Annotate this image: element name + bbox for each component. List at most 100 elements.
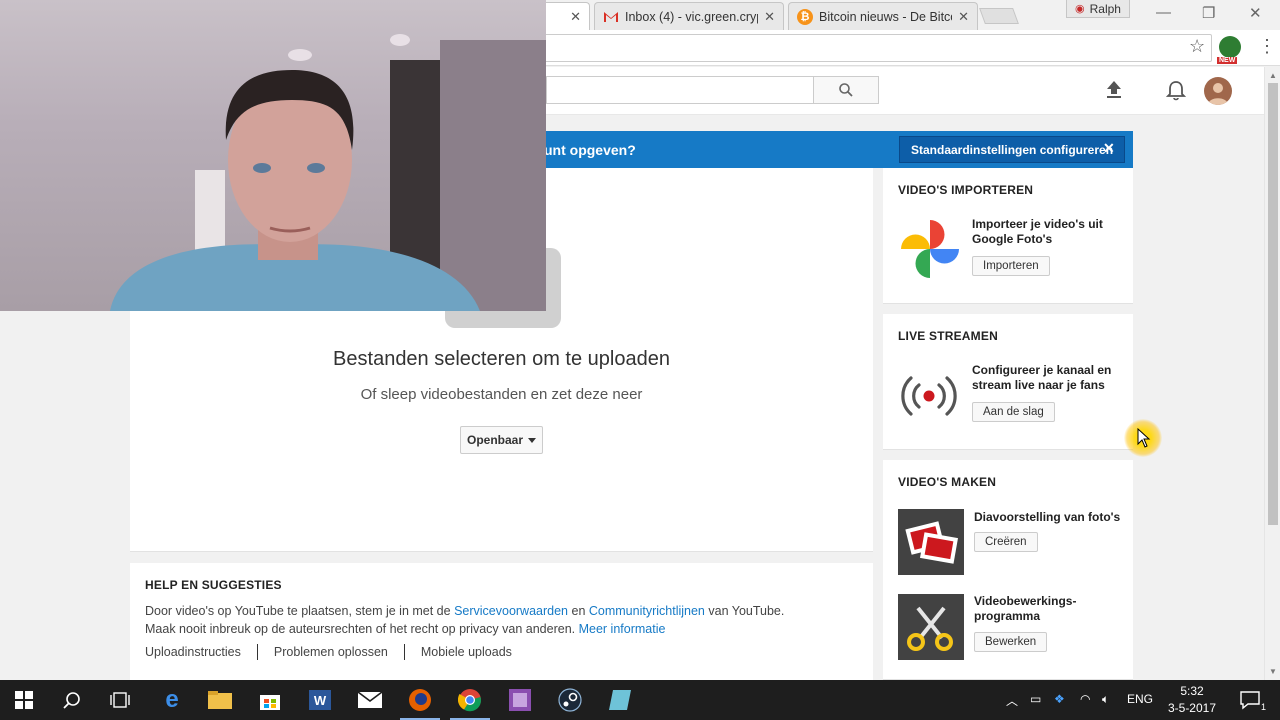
help-links: Uploadinstructies Problemen oplossen Mob… [145,644,528,660]
profile-name: Ralph [1089,1,1121,16]
help-text: en [568,604,589,618]
dropbox-icon[interactable]: ❖ [1054,692,1065,706]
profile-icon: ◉ [1075,3,1085,15]
clock-time: 5:32 [1180,684,1204,698]
chevron-down-icon [528,437,536,443]
extension-icon[interactable]: NEW [1217,36,1241,64]
gmail-icon [603,9,619,25]
close-window-icon[interactable]: ✕ [1249,4,1262,22]
windows-taskbar: e W ︿ ▭ ❖ ◠ 🔈︎ ENG 5:32 3-5-2017 1 [0,680,1280,720]
notifications-bell-icon[interactable] [1166,80,1186,102]
notice-question: unt opgeven? [544,142,636,158]
upload-title[interactable]: Bestanden selecteren om te uploaden [130,348,873,371]
help-section: HELP EN SUGGESTIES Door video's op YouTu… [130,563,873,680]
privacy-dropdown[interactable]: Openbaar [460,426,543,454]
profile-button[interactable]: ◉ Ralph [1066,0,1130,18]
volume-icon[interactable]: 🔈︎ [1102,692,1109,707]
minimize-icon[interactable]: — [1156,4,1171,21]
tab-bitcoin-news[interactable]: ₿ Bitcoin nieuws - De Bitco ✕ [788,2,978,30]
card-heading: LIVE STREAMEN [898,329,998,343]
browser-menu-icon[interactable]: ⋮ [1258,36,1276,57]
scroll-up-arrow-icon[interactable]: ▲ [1269,71,1277,80]
upload-instructions-link[interactable]: Uploadinstructies [145,644,257,660]
account-avatar[interactable] [1204,77,1232,105]
configure-defaults-button[interactable]: Standaardinstellingen configureren [899,136,1126,163]
scroll-down-arrow-icon[interactable]: ▼ [1269,667,1277,676]
clock-date: 3-5-2017 [1167,701,1217,715]
language-indicator[interactable]: ENG [1127,692,1153,706]
chrome-icon[interactable] [446,680,494,720]
troubleshooting-link[interactable]: Problemen oplossen [256,644,404,660]
firefox-icon[interactable] [396,680,444,720]
search-button[interactable] [813,76,879,104]
terms-of-service-link[interactable]: Servicevoorwaarden [454,604,568,618]
action-center-icon[interactable]: 1 [1226,680,1274,720]
edit-button[interactable]: Bewerken [974,632,1048,652]
bookmark-star-icon[interactable]: ☆ [1189,36,1205,57]
new-tab-button[interactable] [979,8,1019,24]
slideshow-description: Diavoorstelling van foto's [974,510,1121,524]
card-heading: VIDEO'S MAKEN [898,475,997,489]
help-terms-text: Door video's op YouTube te plaatsen, ste… [145,604,784,618]
wifi-icon[interactable]: ◠ [1080,692,1090,706]
help-text: Maak nooit inbreuk op de auteursrechten … [145,622,579,636]
tab-gmail-inbox[interactable]: Inbox (4) - vic.green.cryp ✕ [594,2,784,30]
tab-title: Bitcoin nieuws - De Bitco [819,9,953,24]
tab-close-icon[interactable]: ✕ [570,9,581,25]
media-app-icon[interactable] [496,680,544,720]
app-icon[interactable] [596,680,644,720]
svg-text:W: W [314,693,327,708]
search-icon [839,83,853,97]
edge-icon[interactable]: e [148,680,196,720]
live-stream-card: LIVE STREAMEN Configureer je kanaal en s… [883,314,1133,450]
steam-icon[interactable] [546,680,594,720]
help-heading: HELP EN SUGGESTIES [145,578,282,592]
card-heading: VIDEO'S IMPORTEREN [898,183,1034,197]
webcam-overlay [0,0,546,311]
tab-youtube-upload[interactable]: ✕ [540,2,590,30]
search-icon[interactable] [48,680,96,720]
clock[interactable]: 5:32 3-5-2017 [1166,683,1218,717]
community-guidelines-link[interactable]: Communityrichtlijnen [589,604,705,618]
help-text: van YouTube. [704,604,785,618]
slideshow-icon [898,509,964,575]
import-videos-card: VIDEO'S IMPORTEREN Importeer je video's … [883,168,1133,304]
google-photos-icon [901,220,959,278]
more-info-link[interactable]: Meer informatie [579,622,666,636]
close-icon[interactable]: ✕ [1103,140,1115,157]
upload-icon[interactable] [1105,80,1123,100]
notification-count: 1 [1260,702,1266,712]
task-view-icon[interactable] [96,680,144,720]
help-text: Door video's op YouTube te plaatsen, ste… [145,604,455,618]
editor-description: Videobewerkings-programma [974,594,1077,623]
live-description: Configureer je kanaal en stream live naa… [972,363,1112,392]
tray-chevron-up-icon[interactable]: ︿ [1006,692,1018,709]
extension-badge: NEW [1217,57,1238,64]
help-copyright-text: Maak nooit inbreuk op de auteursrechten … [145,622,665,636]
mail-icon[interactable] [346,680,394,720]
import-description: Importeer je video's uit Google Foto's [972,217,1103,246]
live-broadcast-icon [901,376,957,416]
tab-close-icon[interactable]: ✕ [958,9,969,25]
get-started-button[interactable]: Aan de slag [972,402,1055,422]
scroll-thumb[interactable] [1268,83,1278,525]
battery-icon[interactable]: ▭ [1030,692,1041,706]
restore-icon[interactable]: ❐ [1202,4,1215,22]
scissors-icon [898,594,964,660]
tab-close-icon[interactable]: ✕ [764,9,775,25]
mobile-uploads-link[interactable]: Mobiele uploads [403,644,528,660]
search-input[interactable] [546,76,814,104]
create-videos-card: VIDEO'S MAKEN Diavoorstelling van foto's… [883,460,1133,680]
word-icon[interactable]: W [296,680,344,720]
mouse-cursor-icon [1137,428,1151,448]
store-icon[interactable] [246,680,294,720]
windows-start-icon[interactable] [0,680,48,720]
bitcoin-icon: ₿ [797,8,813,25]
import-button[interactable]: Importeren [972,256,1050,276]
page-scrollbar[interactable]: ▲ ▼ [1264,67,1280,680]
file-explorer-icon[interactable] [196,680,244,720]
privacy-value: Openbaar [466,433,523,447]
create-slideshow-button[interactable]: Creëren [974,532,1038,552]
upload-subtitle: Of sleep videobestanden en zet deze neer [360,386,643,403]
tab-title: Inbox (4) - vic.green.cryp [625,9,759,24]
